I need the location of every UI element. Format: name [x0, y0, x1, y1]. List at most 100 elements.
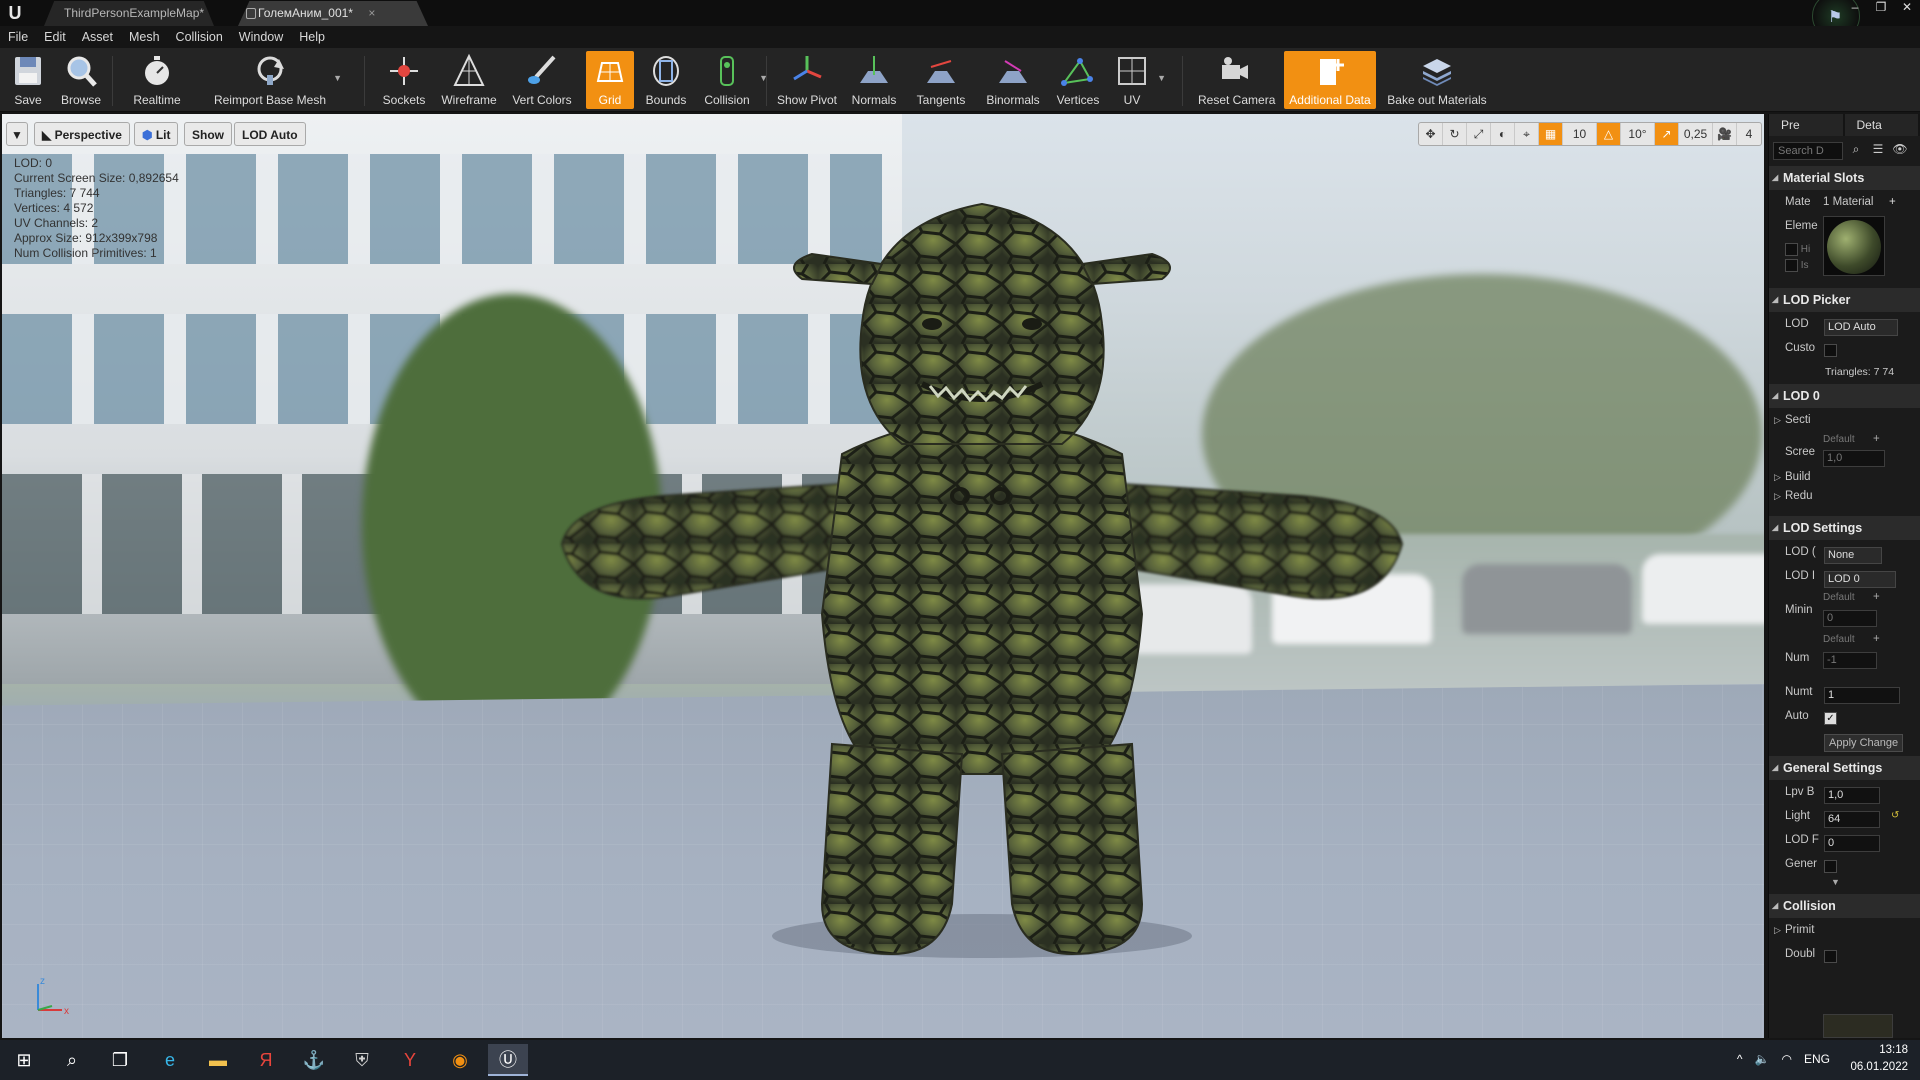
section-general-settings[interactable]: General Settings	[1769, 756, 1920, 780]
perspective-button[interactable]: ◣ Perspective	[34, 122, 130, 146]
tangents-button[interactable]: Tangents	[912, 51, 970, 109]
tab-third-person-map[interactable]: ThirdPersonExampleMap*	[44, 1, 214, 26]
rotation-snap-value[interactable]: 10°	[1621, 123, 1655, 145]
surface-snap-icon[interactable]: ⌖	[1515, 123, 1539, 145]
menu-asset[interactable]: Asset	[82, 30, 113, 44]
light-map-resolution-field[interactable]: 64	[1824, 811, 1880, 828]
rotate-icon[interactable]: ↻	[1443, 123, 1467, 145]
windows-start-icon[interactable]: ⊞	[4, 1044, 44, 1076]
volume-icon[interactable]: 🔈	[1755, 1052, 1770, 1066]
double-sided-geometry-checkbox[interactable]	[1824, 950, 1837, 964]
apply-changes-button[interactable]: Apply Change	[1824, 734, 1904, 752]
scale-snap-icon[interactable]: ↗	[1655, 123, 1679, 145]
number-of-lods-field[interactable]: 1	[1824, 687, 1900, 704]
grid-snap-value[interactable]: 10	[1563, 123, 1597, 145]
details-search-input[interactable]: Search D	[1773, 142, 1843, 160]
section-lod-settings[interactable]: LOD Settings	[1769, 516, 1920, 540]
lod-group-dropdown[interactable]: None	[1824, 547, 1882, 564]
chevron-down-icon[interactable]: ▼	[1831, 870, 1840, 894]
menu-mesh[interactable]: Mesh	[129, 30, 160, 44]
collision-button[interactable]: Collision ▼	[700, 51, 768, 109]
lit-button[interactable]: ⬢ Lit	[134, 122, 179, 146]
rotation-snap-icon[interactable]: △	[1597, 123, 1621, 145]
close-icon[interactable]: ✕	[1894, 0, 1920, 16]
normals-button[interactable]: Normals	[848, 51, 900, 109]
auto-compute-checkbox[interactable]: ✓	[1824, 712, 1837, 726]
isolate-checkbox[interactable]	[1785, 258, 1798, 272]
reset-camera-button[interactable]: Reset Camera	[1198, 51, 1275, 109]
wifi-icon[interactable]: ◠	[1782, 1052, 1792, 1066]
camera-speed-value[interactable]: 4	[1737, 123, 1761, 145]
uv-button[interactable]: UV ▼	[1112, 51, 1166, 109]
tab-preview-settings[interactable]: Pre	[1769, 114, 1843, 136]
show-button[interactable]: Show	[184, 122, 232, 146]
section-collision[interactable]: Collision	[1769, 894, 1920, 918]
lpv-bias-field[interactable]: 1,0	[1824, 787, 1880, 804]
tab-golem-anim[interactable]: ГолемАним_001* ×	[238, 1, 428, 26]
eye-icon[interactable]: 👁	[1891, 142, 1909, 160]
yandex-icon[interactable]: Я	[246, 1044, 286, 1076]
reimport-base-mesh-button[interactable]: Reimport Base Mesh ▼	[212, 51, 342, 109]
custom-lod-checkbox[interactable]	[1824, 344, 1837, 358]
num-streamed-lods-field[interactable]: -1	[1823, 652, 1877, 669]
blender-icon[interactable]: ◉	[440, 1044, 480, 1076]
yandex-browser-icon[interactable]: Y	[390, 1044, 430, 1076]
menu-help[interactable]: Help	[299, 30, 325, 44]
search-icon[interactable]: ⌕	[52, 1044, 92, 1076]
close-tab-icon[interactable]: ×	[368, 6, 375, 20]
tab-details[interactable]: Deta	[1844, 114, 1918, 136]
browse-button[interactable]: Browse	[58, 51, 104, 109]
shield-game-icon[interactable]: ⛨	[342, 1044, 382, 1076]
clock[interactable]: 13:18 06.01.2022	[1850, 1042, 1908, 1076]
minimize-icon[interactable]: –	[1842, 0, 1868, 16]
additional-data-button[interactable]: Additional Data	[1284, 51, 1376, 109]
binormals-button[interactable]: Binormals	[982, 51, 1044, 109]
scale-icon[interactable]: ⤢	[1467, 123, 1491, 145]
lod-for-collision-field[interactable]: 0	[1824, 835, 1880, 852]
search-icon[interactable]: ⌕	[1847, 142, 1865, 160]
chevron-down-icon[interactable]: ▼	[1157, 73, 1166, 83]
maximize-icon[interactable]: ❐	[1868, 0, 1894, 16]
section-lod0[interactable]: LOD 0	[1769, 384, 1920, 408]
scale-snap-value[interactable]: 0,25	[1679, 123, 1713, 145]
section-material-slots[interactable]: Material Slots	[1769, 166, 1920, 190]
chevron-up-icon[interactable]: ^	[1737, 1052, 1743, 1066]
task-view-icon[interactable]: ❐	[100, 1044, 140, 1076]
chevron-down-icon[interactable]: ▼	[333, 73, 342, 83]
add-material-icon[interactable]: +	[1889, 190, 1896, 214]
section-lod-picker[interactable]: LOD Picker	[1769, 288, 1920, 312]
golem-mesh[interactable]	[542, 184, 1422, 974]
camera-speed-icon[interactable]: 🎥	[1713, 123, 1737, 145]
translate-icon[interactable]: ✥	[1419, 123, 1443, 145]
save-button[interactable]: Save	[8, 51, 48, 109]
grid-snap-icon[interactable]: ▦	[1539, 123, 1563, 145]
grid-toggle-button[interactable]: Grid	[586, 51, 634, 109]
menu-collision[interactable]: Collision	[176, 30, 223, 44]
lod-dropdown[interactable]: LOD Auto	[1824, 319, 1898, 336]
realtime-button[interactable]: Realtime	[130, 51, 184, 109]
mesh-viewport[interactable]: ▼ ◣ Perspective ⬢ Lit Show LOD Auto ✥ ↻ …	[2, 114, 1764, 1038]
bounds-button[interactable]: Bounds	[642, 51, 690, 109]
anchor-game-icon[interactable]: ⚓	[294, 1044, 334, 1076]
show-pivot-button[interactable]: Show Pivot	[776, 51, 838, 109]
minimum-lod-field[interactable]: 0	[1823, 610, 1877, 627]
vertices-button[interactable]: Vertices	[1054, 51, 1102, 109]
physical-material-thumbnail[interactable]	[1823, 1014, 1893, 1038]
view-options-icon[interactable]: ☰	[1869, 142, 1887, 160]
menu-file[interactable]: File	[8, 30, 28, 44]
coordinate-system-icon[interactable]: ◐	[1491, 123, 1515, 145]
screen-size-field[interactable]: 1,0	[1823, 450, 1885, 467]
material-thumbnail[interactable]	[1823, 216, 1885, 276]
menu-edit[interactable]: Edit	[44, 30, 66, 44]
vert-colors-button[interactable]: Vert Colors	[508, 51, 576, 109]
edge-browser-icon[interactable]: e	[150, 1044, 190, 1076]
lod-auto-button[interactable]: LOD Auto	[234, 122, 306, 146]
sockets-button[interactable]: Sockets	[380, 51, 428, 109]
unreal-logo-icon[interactable]: U	[4, 2, 26, 24]
language-indicator[interactable]: ENG	[1804, 1052, 1830, 1066]
unreal-engine-taskbar-icon[interactable]: Ⓤ	[488, 1044, 528, 1076]
viewport-options-dropdown[interactable]: ▼	[6, 122, 28, 146]
file-explorer-icon[interactable]: ▬	[198, 1044, 238, 1076]
menu-window[interactable]: Window	[239, 30, 283, 44]
bake-out-materials-button[interactable]: Bake out Materials	[1384, 51, 1490, 109]
